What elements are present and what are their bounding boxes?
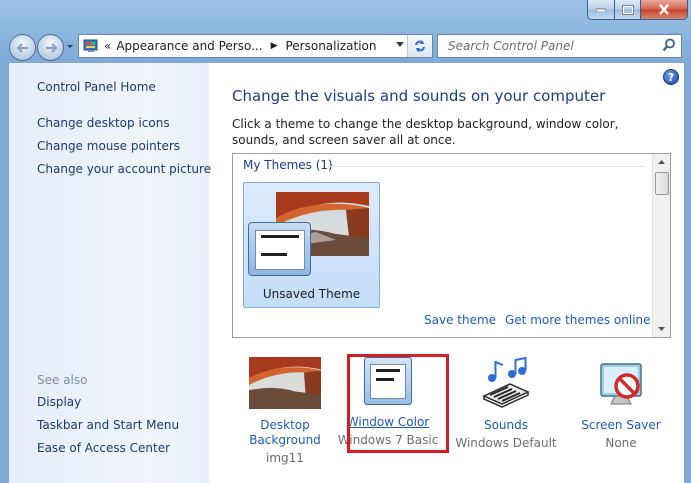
minimize-icon [596, 8, 606, 12]
breadcrumb-personalization[interactable]: Personalization [285, 39, 376, 53]
screen-saver-icon [600, 363, 642, 405]
window-color-highlight-box [347, 354, 449, 453]
task-pane: Control Panel Home Change desktop icons … [9, 63, 211, 483]
ease-of-access-link[interactable]: Ease of Access Center [37, 441, 170, 455]
change-account-picture-link[interactable]: Change your account picture [37, 162, 211, 176]
desktop-background-item[interactable]: Desktop Background img11 [231, 357, 339, 466]
desktop-background-label[interactable]: Desktop Background [231, 418, 339, 448]
search-input[interactable] [446, 35, 650, 57]
sounds-item[interactable]: Sounds Windows Default [449, 356, 563, 451]
recent-pages-chevron-icon[interactable] [66, 41, 74, 51]
maximize-icon [621, 4, 634, 15]
desktop-background-thumbnail [249, 357, 321, 409]
breadcrumb-separator-icon[interactable]: ▶ [271, 41, 278, 51]
theme-window-color-preview [248, 222, 311, 276]
forward-button[interactable] [37, 34, 64, 61]
control-panel-home-link[interactable]: Control Panel Home [37, 80, 156, 94]
content-frame: Control Panel Home Change desktop icons … [8, 62, 685, 483]
caption-buttons [587, 0, 688, 20]
change-desktop-icons-link[interactable]: Change desktop icons [37, 116, 170, 130]
search-box[interactable] [437, 34, 682, 58]
refresh-button[interactable] [407, 35, 432, 57]
themes-list: My Themes (1) Unsaved Theme Save theme G… [232, 153, 671, 338]
main-pane: ? Change the visuals and sounds on your … [209, 63, 684, 483]
close-button[interactable] [641, 0, 688, 20]
back-arrow-icon [15, 42, 28, 53]
close-icon [659, 4, 669, 15]
sounds-label[interactable]: Sounds [449, 418, 563, 433]
search-icon[interactable] [662, 38, 676, 52]
personalization-window: « Appearance and Perso... ▶ Personalizat… [0, 0, 691, 483]
scroll-down-button[interactable] [653, 321, 670, 337]
breadcrumb-appearance[interactable]: Appearance and Perso... [116, 39, 262, 53]
maximize-button[interactable] [615, 0, 641, 20]
chevron-down-icon [658, 327, 665, 331]
taskbar-start-menu-link[interactable]: Taskbar and Start Menu [37, 418, 179, 432]
address-bar[interactable]: « Appearance and Perso... ▶ Personalizat… [78, 34, 433, 58]
themes-scrollbar[interactable] [652, 154, 670, 337]
back-button[interactable] [9, 34, 36, 61]
page-title: Change the visuals and sounds on your co… [232, 87, 606, 105]
control-panel-icon [83, 39, 98, 52]
sounds-icon [482, 356, 530, 408]
see-also-label: See also [37, 373, 88, 387]
help-icon[interactable]: ? [663, 69, 679, 85]
chevron-up-icon [658, 160, 665, 164]
scroll-up-button[interactable] [653, 154, 670, 170]
refresh-icon [415, 40, 425, 52]
theme-tile-label: Unsaved Theme [262, 287, 361, 301]
forward-arrow-icon [45, 42, 58, 53]
theme-tile-unsaved[interactable]: Unsaved Theme [243, 182, 380, 308]
screen-saver-item[interactable]: Screen Saver None [564, 357, 678, 451]
screen-saver-value: None [605, 436, 637, 450]
scroll-thumb[interactable] [655, 172, 669, 195]
my-themes-group-label: My Themes (1) [243, 158, 333, 172]
page-description: Click a theme to change the desktop back… [232, 117, 619, 147]
sounds-value: Windows Default [455, 436, 557, 450]
save-theme-link[interactable]: Save theme [424, 313, 496, 327]
minimize-button[interactable] [587, 0, 615, 20]
desktop-background-value: img11 [266, 451, 304, 465]
group-divider [328, 166, 644, 167]
display-link[interactable]: Display [37, 395, 81, 409]
address-dropdown-icon[interactable] [396, 42, 404, 48]
change-mouse-pointers-link[interactable]: Change mouse pointers [37, 139, 180, 153]
address-overflow-chevron[interactable]: « [104, 39, 111, 53]
get-more-themes-link[interactable]: Get more themes online [505, 313, 651, 327]
screen-saver-label[interactable]: Screen Saver [564, 418, 678, 433]
